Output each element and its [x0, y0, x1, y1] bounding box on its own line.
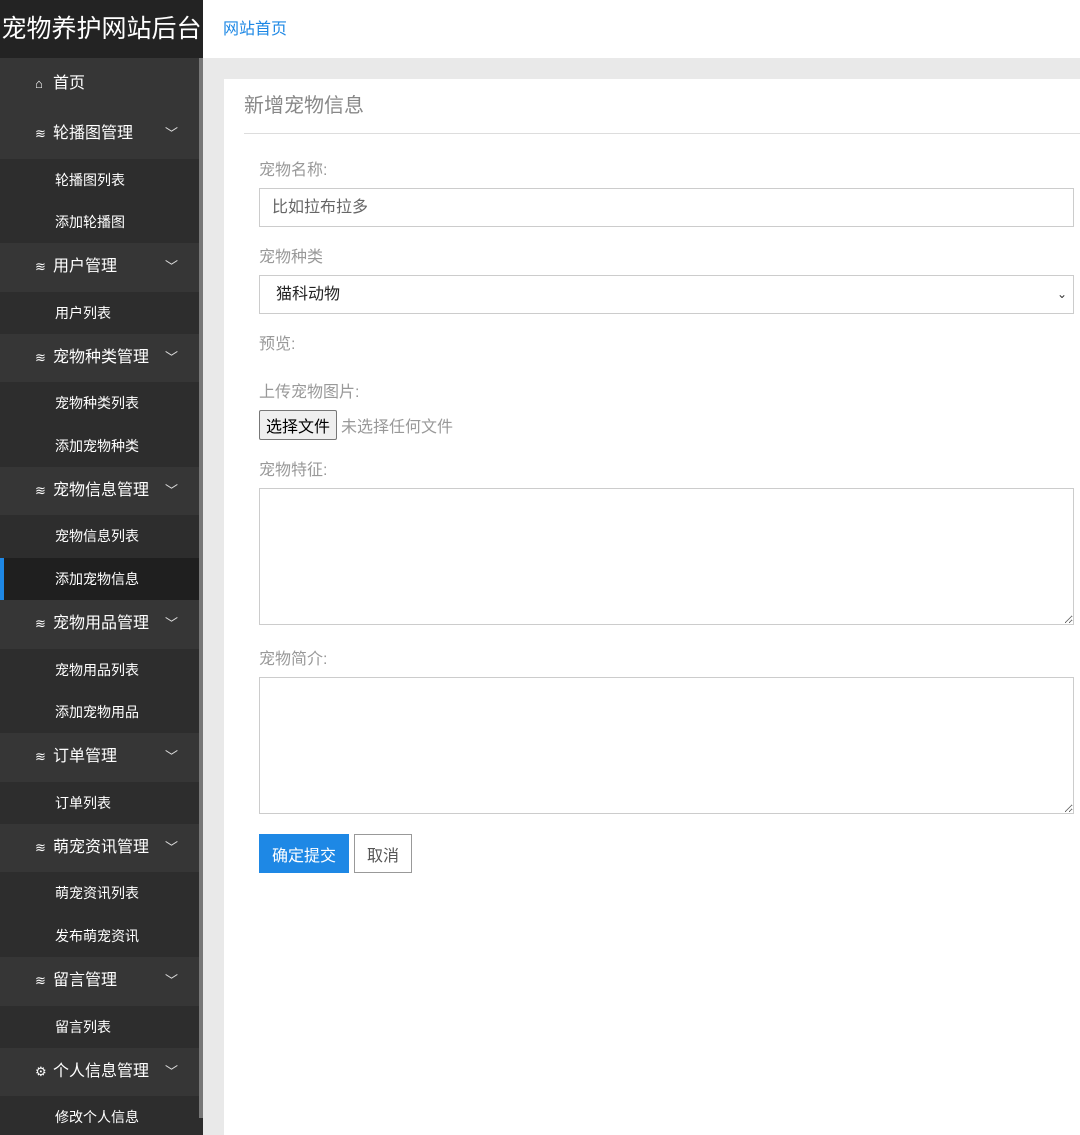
chevron-down-icon: ⌄ — [1056, 287, 1067, 301]
layers-icon: ≋ — [35, 973, 46, 989]
sidebar-item[interactable]: 宠物种类列表 — [0, 382, 203, 425]
sidebar-group[interactable]: ≋ 留言管理 ﹀ — [0, 957, 203, 1006]
layers-icon: ≋ — [35, 482, 46, 498]
cancel-button[interactable]: 取消 — [354, 834, 413, 873]
sidebar-group[interactable]: ≋ 宠物种类管理 ﹀ — [0, 334, 203, 383]
sidebar-item[interactable]: 宠物用品列表 — [0, 648, 203, 691]
sidebar-group[interactable]: ≋ 轮播图管理 ﹀ — [0, 110, 203, 159]
pet-type-select[interactable]: 猫科动物 ⌄ — [259, 275, 1074, 314]
chevron-down-icon: ﹀ — [165, 839, 179, 855]
sidebar-group[interactable]: ≋ 萌宠资讯管理 ﹀ — [0, 824, 203, 873]
intro-label: 宠物简介: — [259, 651, 328, 668]
sidebar-group-label: 用户管理 — [53, 258, 118, 276]
page-title: 新增宠物信息 — [244, 79, 1080, 134]
preview-label: 预览: — [259, 336, 296, 353]
sidebar-item[interactable]: 发布萌宠资讯 — [0, 914, 203, 958]
sidebar-group[interactable]: ≋ 订单管理 ﹀ — [0, 733, 203, 782]
site-home-link[interactable]: 网站首页 — [223, 15, 287, 39]
sidebar-item[interactable]: 修改个人信息 — [0, 1096, 203, 1135]
sidebar-item-label: 首页 — [53, 75, 86, 92]
sidebar-group-label: 订单管理 — [53, 748, 118, 766]
pet-name-label: 宠物名称: — [259, 162, 328, 179]
chevron-down-icon: ﹀ — [165, 749, 179, 765]
sidebar-item[interactable]: 留言列表 — [0, 1005, 203, 1048]
pet-type-value: 猫科动物 — [276, 286, 341, 303]
layers-icon: ≋ — [35, 839, 46, 855]
sidebar-group-label: 宠物用品管理 — [53, 615, 150, 633]
sidebar-item[interactable]: 订单列表 — [0, 781, 203, 824]
chevron-down-icon: ﹀ — [165, 1063, 179, 1079]
sidebar-group-label: 宠物种类管理 — [53, 348, 150, 366]
top-bar: 网站首页 — [203, 0, 1080, 58]
sidebar-item[interactable]: 添加宠物信息 — [0, 557, 203, 601]
sidebar-group[interactable]: ≋ 宠物信息管理 ﹀ — [0, 467, 203, 516]
feature-label: 宠物特征: — [259, 462, 328, 479]
sidebar-group[interactable]: ≋ 宠物用品管理 ﹀ — [0, 600, 203, 649]
sidebar-group-label: 个人信息管理 — [53, 1062, 150, 1080]
layers-icon: ≋ — [35, 749, 46, 765]
chevron-down-icon: ﹀ — [165, 259, 179, 275]
sidebar-group-label: 轮播图管理 — [53, 125, 134, 142]
layers-icon: ≋ — [35, 126, 46, 141]
pet-type-label: 宠物种类 — [259, 249, 324, 266]
submit-button[interactable]: 确定提交 — [259, 834, 350, 873]
form-card: 新增宠物信息 宠物名称: 比如拉布拉多 宠物种类 猫科动物 ⌄ 预览: 上传宠物图… — [224, 79, 1080, 1135]
sidebar-group-label: 萌宠资讯管理 — [53, 838, 150, 856]
sidebar-item[interactable]: 用户列表 — [0, 291, 203, 334]
choose-file-button[interactable]: 选择文件 — [259, 410, 338, 440]
sidebar-item[interactable]: 萌宠资讯列表 — [0, 872, 203, 915]
home-icon: ⌂ — [35, 76, 43, 91]
chevron-down-icon: ﹀ — [165, 482, 179, 498]
gear-icon: ⚙ — [35, 1063, 47, 1079]
chevron-down-icon: ﹀ — [165, 349, 179, 365]
sidebar-item[interactable]: 添加轮播图 — [0, 200, 203, 244]
sidebar-item[interactable]: 轮播图列表 — [0, 158, 203, 201]
intro-textarea[interactable] — [259, 677, 1074, 814]
layers-icon: ≋ — [35, 259, 46, 275]
app-title: 宠物养护网站后台 — [0, 0, 203, 58]
chevron-down-icon: ﹀ — [165, 126, 179, 141]
sidebar-group-label: 宠物信息管理 — [53, 481, 150, 499]
sidebar-item[interactable]: 宠物信息列表 — [0, 515, 203, 558]
sidebar-group[interactable]: ≋ 用户管理 ﹀ — [0, 243, 203, 292]
upload-label: 上传宠物图片: — [259, 384, 360, 401]
sidebar-item[interactable]: 添加宠物种类 — [0, 424, 203, 467]
chevron-down-icon: ﹀ — [165, 616, 179, 632]
pet-name-input[interactable]: 比如拉布拉多 — [259, 188, 1074, 227]
sidebar-item-home[interactable]: ⌂ 首页 — [0, 58, 203, 110]
feature-textarea[interactable] — [259, 488, 1074, 625]
layers-icon: ≋ — [35, 616, 46, 632]
no-file-text: 未选择任何文件 — [341, 419, 454, 436]
sidebar: ⌂ 首页 ≋ 轮播图管理 ﹀ 轮播图列表 添加轮播图 ≋ 用户管理 ﹀ 用户列表 ≋ 宠物种类管理 ﹀ 宠… — [0, 58, 203, 1135]
sidebar-item[interactable]: 添加宠物用品 — [0, 690, 203, 734]
chevron-down-icon: ﹀ — [165, 973, 179, 989]
layers-icon: ≋ — [35, 349, 46, 365]
sidebar-group[interactable]: ⚙ 个人信息管理 ﹀ — [0, 1048, 203, 1097]
sidebar-group-label: 留言管理 — [53, 972, 118, 990]
